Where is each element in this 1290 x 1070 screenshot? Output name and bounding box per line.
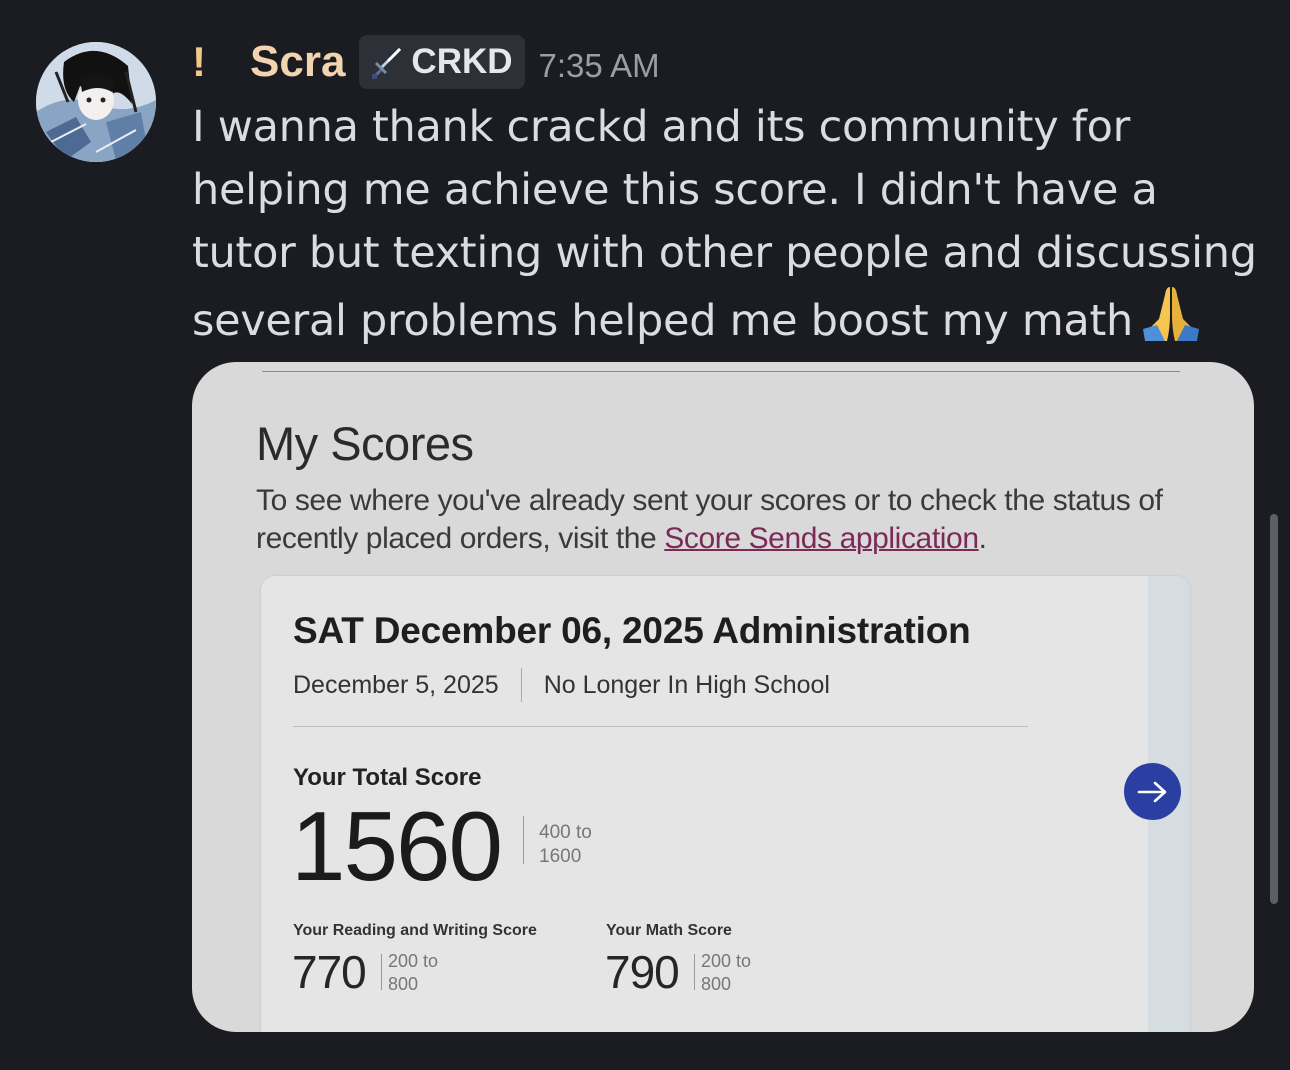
total-score-label: Your Total Score (293, 764, 482, 791)
meta-divider (520, 668, 522, 702)
view-details-button[interactable] (1124, 763, 1181, 820)
reading-writing-score: 770 (292, 946, 367, 998)
reading-writing-range: 200 to 800 (388, 950, 438, 996)
message-text: I wanna thank crackd and its community f… (192, 102, 1257, 346)
range-line: 400 to (539, 822, 592, 843)
scores-description: To see where you've already sent your sc… (256, 482, 1216, 558)
score-card[interactable]: SAT December 06, 2025 Administration Dec… (261, 576, 1190, 1032)
message-timestamp[interactable]: 7:35 AM (539, 47, 660, 85)
guild-tag-label: CRKD (411, 42, 513, 81)
range-line: 800 (388, 974, 419, 994)
score-divider (694, 954, 695, 990)
range-line: 1600 (539, 846, 582, 867)
exam-date: December 5, 2025 (293, 670, 499, 699)
total-score-value: 1560 (291, 791, 503, 901)
card-divider (293, 726, 1028, 727)
exam-meta: December 5, 2025 No Longer In High Schoo… (293, 668, 830, 702)
total-score-range: 400 to 1600 (539, 821, 592, 869)
range-line: 200 to (701, 951, 752, 971)
math-score: 790 (605, 946, 680, 998)
arrow-right-icon (1137, 781, 1166, 802)
range-line: 800 (701, 974, 732, 994)
message-header: ! Scra CRKD 7:35 AM (192, 32, 660, 92)
exam-name: SAT December 06, 2025 Administration (293, 610, 971, 651)
user-avatar[interactable] (36, 42, 156, 162)
guild-tag[interactable]: CRKD (359, 35, 525, 89)
score-sends-link[interactable]: Score Sends application (664, 522, 979, 555)
math-label: Your Math Score (606, 922, 732, 939)
page-title: My Scores (256, 417, 474, 470)
description-suffix: . (978, 522, 987, 555)
username-prefix: ! (192, 38, 206, 85)
score-divider (381, 954, 382, 990)
message-content: I wanna thank crackd and its community f… (192, 96, 1262, 353)
reading-writing-label: Your Reading and Writing Score (293, 922, 537, 939)
username[interactable]: Scra (250, 37, 345, 87)
sword-icon (372, 48, 402, 79)
student-status: No Longer In High School (543, 670, 830, 699)
range-line: 200 to (388, 951, 439, 971)
avatar-image (36, 42, 156, 162)
divider (262, 371, 1180, 372)
folded-hands-emoji (1142, 287, 1199, 341)
image-attachment[interactable]: My Scores To see where you've already se… (192, 362, 1254, 1032)
math-range: 200 to 800 (701, 950, 751, 996)
scrollbar[interactable] (1270, 514, 1278, 904)
score-divider (523, 816, 524, 864)
